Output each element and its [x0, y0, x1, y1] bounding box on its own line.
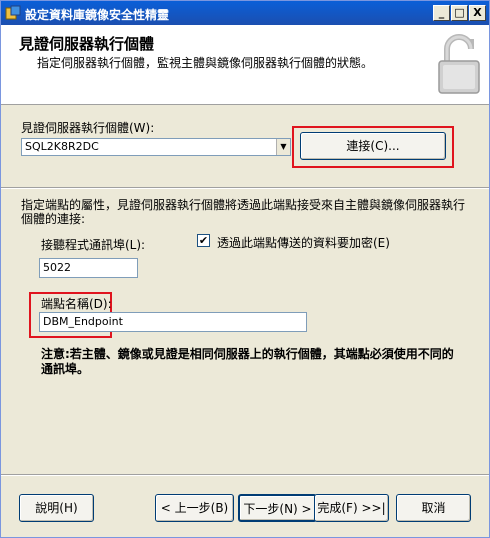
connect-button[interactable]: 連接(C)... [300, 132, 446, 160]
wizard-header: 見證伺服器執行個體 指定伺服器執行個體，監視主體與鏡像伺服器執行個體的狀態。 [1, 25, 489, 105]
encrypt-label: 透過此端點傳送的資料要加密(E) [217, 236, 390, 250]
page-subtitle: 指定伺服器執行個體，監視主體與鏡像伺服器執行個體的狀態。 [37, 56, 374, 70]
back-button[interactable]: < 上一步(B) [155, 494, 234, 522]
maximize-button[interactable]: □ [451, 5, 468, 21]
page-title: 見證伺服器執行個體 [19, 35, 155, 53]
finish-button[interactable]: 完成(F) >>| [314, 494, 389, 522]
bottom-divider [1, 474, 489, 476]
minimize-button[interactable]: _ [433, 5, 450, 21]
wizard-window: 設定資料庫鏡像安全性精靈 _ □ X 見證伺服器執行個體 指定伺服器執行個體，監… [0, 0, 490, 538]
help-button[interactable]: 說明(H) [19, 494, 94, 522]
window-title: 設定資料庫鏡像安全性精靈 [25, 8, 170, 22]
endpoint-name-label: 端點名稱(D): [41, 297, 112, 311]
instance-value: SQL2K8R2DC [25, 140, 99, 153]
note-text: 注意:若主體、鏡像或見證是相同伺服器上的執行個體，其端點必須使用不同的通訊埠。 [41, 347, 454, 376]
next-button[interactable]: 下一步(N) > [238, 494, 317, 522]
witness-instance-combobox[interactable]: SQL2K8R2DC ▼ [21, 138, 291, 156]
instance-label: 見證伺服器執行個體(W): [21, 121, 155, 135]
divider [1, 187, 489, 189]
padlock-icon [438, 34, 480, 94]
port-input[interactable]: 5022 [39, 258, 138, 278]
dropdown-arrow-icon[interactable]: ▼ [276, 139, 290, 155]
encrypt-checkbox[interactable]: ✔ [197, 234, 210, 247]
endpoint-name-input[interactable]: DBM_Endpoint [39, 312, 307, 332]
endpoint-description: 指定端點的屬性，見證伺服器執行個體將透過此端點接受來自主體與鏡像伺服器執行個體的… [21, 198, 466, 226]
sql-server-icon [5, 5, 21, 20]
cancel-button[interactable]: 取消 [396, 494, 471, 522]
close-button[interactable]: X [469, 5, 486, 21]
title-bar[interactable]: 設定資料庫鏡像安全性精靈 _ □ X [1, 1, 489, 25]
port-label: 接聽程式通訊埠(L): [41, 238, 146, 252]
